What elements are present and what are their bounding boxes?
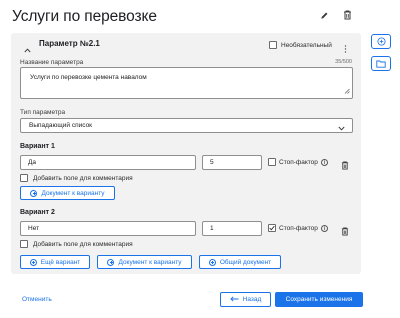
variant-2-stop-label: Стоп-фактор xyxy=(279,224,318,232)
variant-2-title: Вариант 2 xyxy=(20,209,55,216)
variant-1-stop-factor[interactable]: Стоп-фактор i xyxy=(268,158,328,166)
common-document-button[interactable]: Общий документ xyxy=(199,255,281,269)
add-variant-button[interactable]: Ещё вариант xyxy=(20,255,90,269)
parameter-type-value: Выпадающий список xyxy=(29,122,93,129)
page-title: Услуги по перевозке xyxy=(12,8,157,25)
variant-1-document-button[interactable]: Документ к варианту xyxy=(20,186,115,200)
parameter-name-value: Услуги по перевозке цемента навалом xyxy=(30,74,147,81)
variant-1-stop-label: Стоп-фактор xyxy=(279,158,318,166)
pencil-icon[interactable] xyxy=(320,11,329,20)
variant-2-comment-toggle[interactable]: Добавить поле для комментария xyxy=(20,240,133,248)
check-icon xyxy=(269,225,275,231)
variant-1-comment-label: Добавить поле для комментария xyxy=(33,174,133,182)
back-button[interactable]: Назад xyxy=(220,292,271,307)
variant-2-stop-factor[interactable]: Стоп-фактор i xyxy=(268,224,328,232)
variant-2-value: Нет xyxy=(28,225,40,232)
info-icon[interactable]: i xyxy=(320,224,328,232)
add-group-button[interactable] xyxy=(371,56,391,71)
name-label: Название параметра xyxy=(20,59,84,66)
plus-circle-icon xyxy=(107,258,115,266)
variant-2-score: 1 xyxy=(210,225,214,232)
optional-label: Необязательный xyxy=(281,41,332,49)
variant-2-value-input[interactable]: Нет xyxy=(20,221,196,236)
variant-1-value: Да xyxy=(28,159,37,166)
name-counter: 35/500 xyxy=(335,59,352,65)
title-toolbar xyxy=(320,10,352,20)
back-label: Назад xyxy=(242,296,262,303)
variant-2-comment-checkbox[interactable] xyxy=(20,240,28,248)
resize-handle-icon[interactable] xyxy=(344,88,350,96)
variant-1-comment-toggle[interactable]: Добавить поле для комментария xyxy=(20,174,133,182)
variant-document-label: Документ к варианту xyxy=(118,258,182,266)
plus-circle-icon xyxy=(376,33,386,51)
variant-1-stop-checkbox[interactable] xyxy=(268,158,276,166)
add-parameter-button[interactable] xyxy=(371,34,391,49)
variant-1-value-input[interactable]: Да xyxy=(20,155,196,170)
plus-circle-icon xyxy=(30,189,38,197)
variant-document-button[interactable]: Документ к варианту xyxy=(97,255,192,269)
parameter-name-field[interactable]: Услуги по перевозке цемента навалом xyxy=(20,67,353,99)
parameter-header: Параметр №2.1 Необязательный xyxy=(11,33,361,53)
more-vert-icon[interactable] xyxy=(344,40,347,58)
chevron-down-icon xyxy=(338,123,345,136)
plus-circle-icon xyxy=(29,258,37,266)
optional-toggle[interactable]: Необязательный xyxy=(269,41,332,49)
plus-circle-icon xyxy=(208,258,216,266)
arrow-left-icon xyxy=(230,295,239,304)
side-actions xyxy=(371,34,391,71)
cancel-link[interactable]: Отменить xyxy=(22,296,52,303)
variant-2-score-input[interactable]: 1 xyxy=(202,221,262,236)
add-variant-label: Ещё вариант xyxy=(40,258,81,266)
folder-icon xyxy=(376,55,386,73)
variant-1-document-label: Документ к варианту xyxy=(41,189,105,197)
optional-checkbox[interactable] xyxy=(269,41,277,49)
variant-1-title: Вариант 1 xyxy=(20,143,55,150)
info-icon[interactable]: i xyxy=(320,158,328,166)
type-label: Тип параметра xyxy=(20,109,66,116)
parameter-type-select[interactable]: Выпадающий список xyxy=(20,118,353,133)
variant-1-score-input[interactable]: 5 xyxy=(202,155,262,170)
save-button[interactable]: Сохранить изменения xyxy=(275,292,363,307)
variant-2-comment-label: Добавить поле для комментария xyxy=(33,240,133,248)
variant-2-stop-checkbox[interactable] xyxy=(268,224,276,232)
trash-icon[interactable] xyxy=(343,10,352,20)
common-document-label: Общий документ xyxy=(219,258,272,266)
parameter-title: Параметр №2.1 xyxy=(39,39,100,48)
variant-1-comment-checkbox[interactable] xyxy=(20,174,28,182)
parameter-card: Параметр №2.1 Необязательный Название па… xyxy=(11,33,361,274)
chevron-up-icon[interactable] xyxy=(24,40,31,58)
variant-2-trash-icon[interactable] xyxy=(341,223,349,241)
variant-1-score: 5 xyxy=(210,159,214,166)
variant-1-trash-icon[interactable] xyxy=(341,157,349,175)
